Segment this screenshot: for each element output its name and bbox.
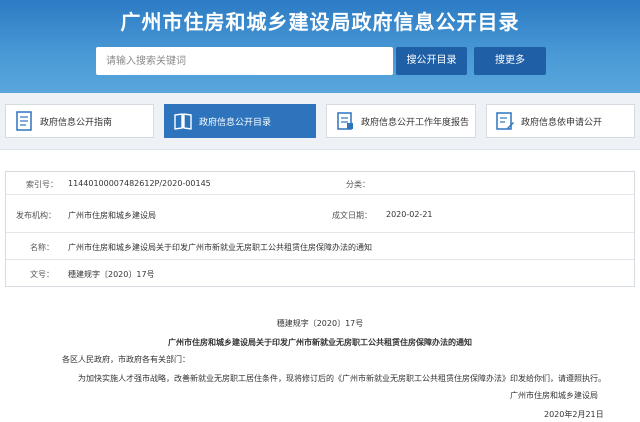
name-value: 广州市住房和城乡建设局关于印发广州市新就业无房职工公共租赁住房保障办法的通知 xyxy=(68,243,372,252)
document-title: 广州市住房和城乡建设局关于印发广州市新就业无房职工公共租赁住房保障办法的通知 xyxy=(168,338,472,347)
name-label: 名称： xyxy=(30,243,54,252)
index-label: 索引号： xyxy=(26,180,58,189)
meta-row: 发布机构： 广州市住房和城乡建设局 成文日期： 2020-02-21 xyxy=(6,195,634,233)
document-salutation: 各区人民政府，市政府各有关部门： xyxy=(62,355,190,364)
document-paragraph: 为加快实施人才强市战略，改善新就业无房职工居住条件，现将修订后的《广州市新就业无… xyxy=(78,374,606,383)
date-label: 成文日期： xyxy=(332,211,372,220)
site-title: 广州市住房和城乡建设局政府信息公开目录 xyxy=(120,10,520,34)
nav-item-application[interactable]: 政府信息依申请公开 xyxy=(486,104,635,138)
meta-row: 索引号： 11440100007482612P/2020-00145 分类： xyxy=(6,172,634,195)
nav-item-annual-report[interactable]: 政府信息公开工作年度报告 xyxy=(326,104,476,138)
document-signer: 广州市住房和城乡建设局 xyxy=(510,391,598,400)
meta-row: 名称： 广州市住房和城乡建设局关于印发广州市新就业无房职工公共租赁住房保障办法的… xyxy=(6,233,634,260)
category-label: 分类： xyxy=(346,180,370,189)
search-catalog-button[interactable]: 搜公开目录 xyxy=(396,47,467,75)
publisher-label: 发布机构： xyxy=(16,211,56,220)
docno-value: 穗建规字〔2020〕17号 xyxy=(68,270,155,279)
nav-item-label: 政府信息公开工作年度报告 xyxy=(361,117,470,128)
index-value: 11440100007482612P/2020-00145 xyxy=(68,179,211,188)
search-more-button[interactable]: 搜更多 xyxy=(474,47,546,75)
nav-item-catalog[interactable]: 政府信息公开目录 xyxy=(164,104,316,138)
meta-row: 文号： 穗建规字〔2020〕17号 xyxy=(6,260,634,287)
publisher-value: 广州市住房和城乡建设局 xyxy=(68,211,156,220)
nav-item-label: 政府信息依申请公开 xyxy=(521,117,603,128)
document-body: 穗建规字〔2020〕17号 广州市住房和城乡建设局关于印发广州市新就业无房职工公… xyxy=(0,290,640,422)
nav-item-label: 政府信息公开指南 xyxy=(40,117,113,128)
nav-item-guide[interactable]: 政府信息公开指南 xyxy=(5,104,154,138)
book-icon xyxy=(173,110,193,132)
nav-item-label: 政府信息公开目录 xyxy=(199,117,272,128)
document-date: 2020年2月21日 xyxy=(544,410,604,419)
document-metadata-table: 索引号： 11440100007482612P/2020-00145 分类： 发… xyxy=(5,171,635,287)
report-icon xyxy=(335,110,355,132)
form-icon xyxy=(495,110,515,132)
document-number: 穗建规字〔2020〕17号 xyxy=(276,319,364,328)
docno-label: 文号： xyxy=(30,270,54,279)
search-input[interactable] xyxy=(96,47,393,75)
date-value: 2020-02-21 xyxy=(386,210,433,219)
document-icon xyxy=(14,110,34,132)
